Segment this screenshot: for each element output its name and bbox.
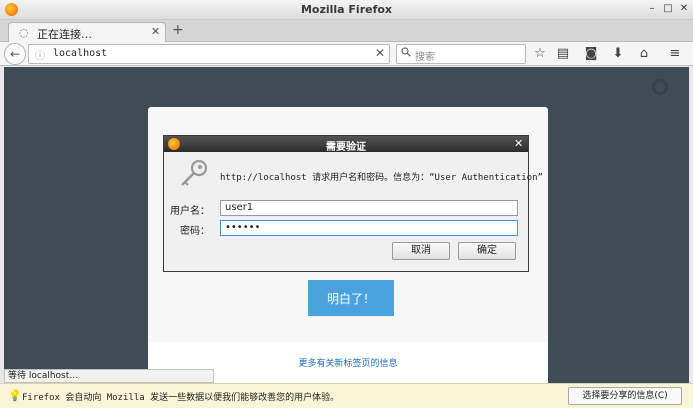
menu-icon[interactable]: ≡ bbox=[667, 46, 683, 61]
library-icon[interactable]: ▤ bbox=[555, 46, 571, 61]
tab-current[interactable]: ◌ 正在连接… ✕ bbox=[8, 22, 166, 43]
bookmark-star-icon[interactable]: ☆ bbox=[532, 46, 548, 61]
dialog-message: http://localhost 请求用户名和密码。信息为：“User Auth… bbox=[220, 173, 543, 183]
dialog-titlebar: 需要验证 ✕ bbox=[164, 136, 528, 153]
lightbulb-icon: 💡 bbox=[8, 389, 22, 402]
url-text: localhost bbox=[53, 48, 108, 59]
url-bar[interactable]: ⓘ localhost ✕ bbox=[28, 44, 390, 64]
downloads-icon[interactable]: ⬇ bbox=[610, 46, 626, 61]
more-info-link[interactable]: 更多有关新标签页的信息 bbox=[148, 356, 548, 369]
password-field[interactable]: •••••• bbox=[220, 220, 518, 236]
password-label: 密码： bbox=[180, 226, 210, 237]
info-icon[interactable]: ⓘ bbox=[35, 47, 45, 62]
new-tab-icon[interactable]: + bbox=[172, 22, 184, 38]
search-placeholder: 搜索 bbox=[415, 52, 435, 63]
pocket-icon[interactable]: ◙ bbox=[583, 46, 599, 61]
cancel-button[interactable]: 取消 bbox=[392, 242, 450, 260]
window-titlebar: Mozilla Firefox – □ ✕ bbox=[0, 0, 693, 20]
settings-gear-icon[interactable] bbox=[652, 79, 668, 95]
notification-bar: 💡 Firefox 会自动向 Mozilla 发送一些数据以便我们能够改善您的用… bbox=[0, 383, 693, 408]
tab-label: 正在连接… bbox=[37, 28, 92, 41]
auth-dialog: 需要验证 ✕ http://localhost 请求用户名和密码。信息为：“Us… bbox=[163, 135, 543, 272]
home-icon[interactable]: ⌂ bbox=[636, 46, 652, 61]
ok-button[interactable]: 确定 bbox=[458, 242, 516, 260]
maximize-button[interactable]: □ bbox=[662, 3, 674, 15]
status-text: 等待 localhost… bbox=[4, 369, 214, 383]
back-button[interactable]: ← bbox=[4, 43, 26, 65]
key-icon bbox=[178, 158, 210, 190]
minimize-button[interactable]: – bbox=[646, 3, 658, 15]
got-it-button[interactable]: 明白了！ bbox=[308, 280, 394, 316]
search-bar[interactable]: 搜索 bbox=[396, 44, 526, 64]
window-title: Mozilla Firefox bbox=[300, 3, 393, 16]
loading-icon: ◌ bbox=[19, 26, 29, 39]
tab-close-icon[interactable]: ✕ bbox=[151, 25, 160, 38]
close-window-button[interactable]: ✕ bbox=[678, 3, 690, 15]
notification-text: Firefox 会自动向 Mozilla 发送一些数据以便我们能够改善您的用户体… bbox=[22, 393, 340, 403]
username-field[interactable]: user1 bbox=[220, 200, 518, 216]
dialog-title: 需要验证 bbox=[326, 142, 366, 153]
choose-share-button[interactable]: 选择要分享的信息(C) bbox=[568, 387, 682, 405]
url-clear-icon[interactable]: ✕ bbox=[375, 46, 385, 60]
dialog-close-icon[interactable]: ✕ bbox=[514, 137, 523, 150]
tab-strip: ◌ 正在连接… ✕ + bbox=[0, 20, 693, 43]
nav-bar: ← ⓘ localhost ✕ 搜索 ☆ ▤ ◙ ⬇ ⌂ ≡ bbox=[0, 42, 693, 66]
username-label: 用户名： bbox=[170, 206, 210, 217]
search-icon bbox=[401, 47, 411, 60]
